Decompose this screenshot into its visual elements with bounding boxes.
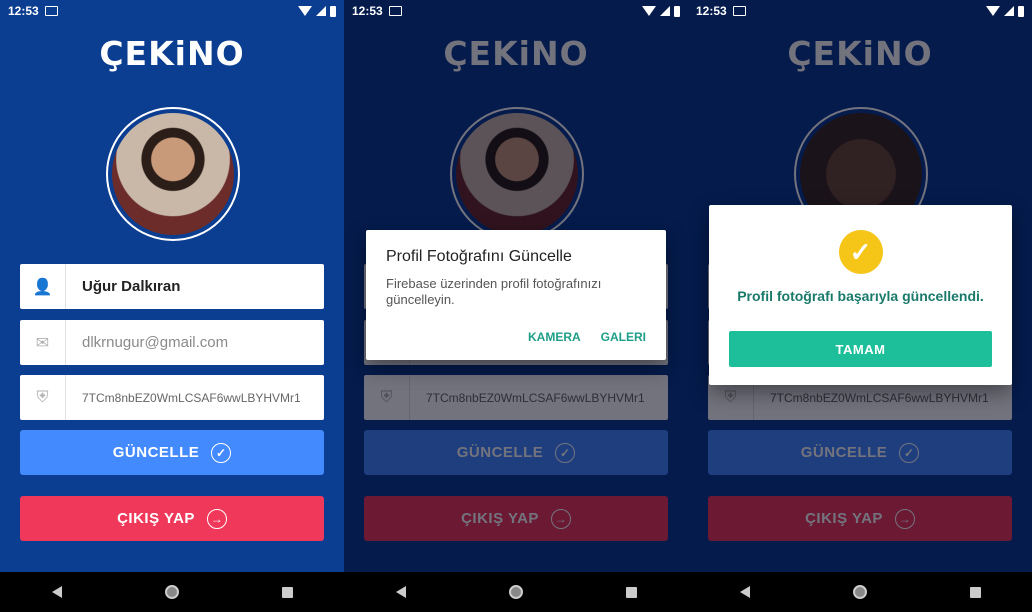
gmail-icon [388,6,402,16]
wifi-icon [298,6,312,16]
camera-button[interactable]: KAMERA [528,330,581,344]
signal-icon [660,6,670,16]
update-button: GÜNCELLE ✓ [364,430,668,475]
back-icon[interactable] [395,586,406,598]
gmail-icon [44,6,58,16]
signal-icon [1004,6,1014,16]
user-icon: 👤 [20,264,66,309]
recents-icon[interactable] [625,586,637,598]
screens-container: 12:53 ÇEKiNO 👤 Uğur Dalkıran ✉ dlkrnugur@g… [0,0,1032,612]
dialog-message: Firebase üzerinden profil fotoğrafınızı … [386,276,602,307]
uid-field[interactable]: ⛨ 7TCm8nbEZ0WmLCSAF6wwLBYHVMr1 [20,375,324,420]
status-bar: 12:53 [688,0,1032,22]
gallery-button[interactable]: GALERI [601,330,646,344]
dialog-title: Profil Fotoğrafını Güncelle [386,248,572,265]
logout-button[interactable]: ÇIKIŞ YAP → [20,496,324,541]
nav-bar [688,572,1032,612]
back-icon[interactable] [739,586,750,598]
logout-label: ÇIKIŞ YAP [117,510,195,527]
signal-icon [316,6,326,16]
wifi-icon [642,6,656,16]
battery-icon [1018,5,1024,17]
logout-button: ÇIKIŞ YAP → [708,496,1012,541]
home-icon[interactable] [164,585,179,599]
exit-icon: → [894,508,915,529]
back-icon[interactable] [51,586,62,598]
avatar-photo [456,113,578,235]
home-icon[interactable] [852,585,867,599]
recents-icon[interactable] [969,586,981,598]
check-circle-icon: ✓ [211,442,232,463]
uid-value: 7TCm8nbEZ0WmLCSAF6wwLBYHVMr1 [426,390,645,405]
avatar [450,107,584,241]
check-circle-icon: ✓ [899,442,920,463]
update-label: GÜNCELLE [456,444,544,461]
name-value: Uğur Dalkıran [82,278,181,295]
shield-icon: ⛨ [20,375,66,420]
screen-profile: 12:53 ÇEKiNO 👤 Uğur Dalkıran ✉ dlkrnugur@g… [0,0,344,612]
email-icon: ✉ [20,320,66,365]
battery-icon [674,5,680,17]
exit-icon: → [206,508,227,529]
success-check-icon: ✓ [838,230,883,274]
success-message: Profil fotoğrafı başarıyla güncellendi. [737,288,984,304]
update-button: GÜNCELLE ✓ [708,430,1012,475]
update-button[interactable]: GÜNCELLE ✓ [20,430,324,475]
ok-button[interactable]: TAMAM [729,331,992,367]
email-value: dlkrnugur@gmail.com [82,334,229,351]
logout-button: ÇIKIŞ YAP → [364,496,668,541]
uid-field: ⛨ 7TCm8nbEZ0WmLCSAF6wwLBYHVMr1 [364,375,668,420]
success-dialog: ✓ Profil fotoğrafı başarıyla güncellendi… [709,205,1012,385]
status-time: 12:53 [8,4,39,18]
nav-bar [344,572,688,612]
update-label: GÜNCELLE [112,444,200,461]
screen-success-dialog: 12:53 ÇEKiNO 👤Uğur Dalkıran ✉dlkrnugur@g… [688,0,1032,612]
nav-bar [0,572,344,612]
shield-icon: ⛨ [364,375,410,420]
uid-value: 7TCm8nbEZ0WmLCSAF6wwLBYHVMr1 [82,390,301,405]
recents-icon[interactable] [281,586,293,598]
screen-update-dialog: 12:53 ÇEKiNO 👤Uğur Dalkıran ✉dlkrnugur@g… [344,0,688,612]
status-bar: 12:53 [344,0,688,22]
photo-source-dialog: Profil Fotoğrafını Güncelle Firebase üze… [366,230,666,360]
avatar-photo [112,113,234,235]
status-time: 12:53 [696,4,727,18]
status-bar: 12:53 [0,0,344,22]
uid-value: 7TCm8nbEZ0WmLCSAF6wwLBYHVMr1 [770,390,989,405]
app-logo: ÇEKiNO [443,34,589,73]
wifi-icon [986,6,1000,16]
gmail-icon [732,6,746,16]
home-icon[interactable] [508,585,523,599]
avatar[interactable] [106,107,240,241]
app-logo: ÇEKiNO [99,34,245,73]
logout-label: ÇIKIŞ YAP [461,510,539,527]
app-logo: ÇEKiNO [787,34,933,73]
battery-icon [330,5,336,17]
check-circle-icon: ✓ [555,442,576,463]
exit-icon: → [550,508,571,529]
name-field[interactable]: 👤 Uğur Dalkıran [20,264,324,309]
status-time: 12:53 [352,4,383,18]
update-label: GÜNCELLE [800,444,888,461]
email-field[interactable]: ✉ dlkrnugur@gmail.com [20,320,324,365]
logout-label: ÇIKIŞ YAP [805,510,883,527]
